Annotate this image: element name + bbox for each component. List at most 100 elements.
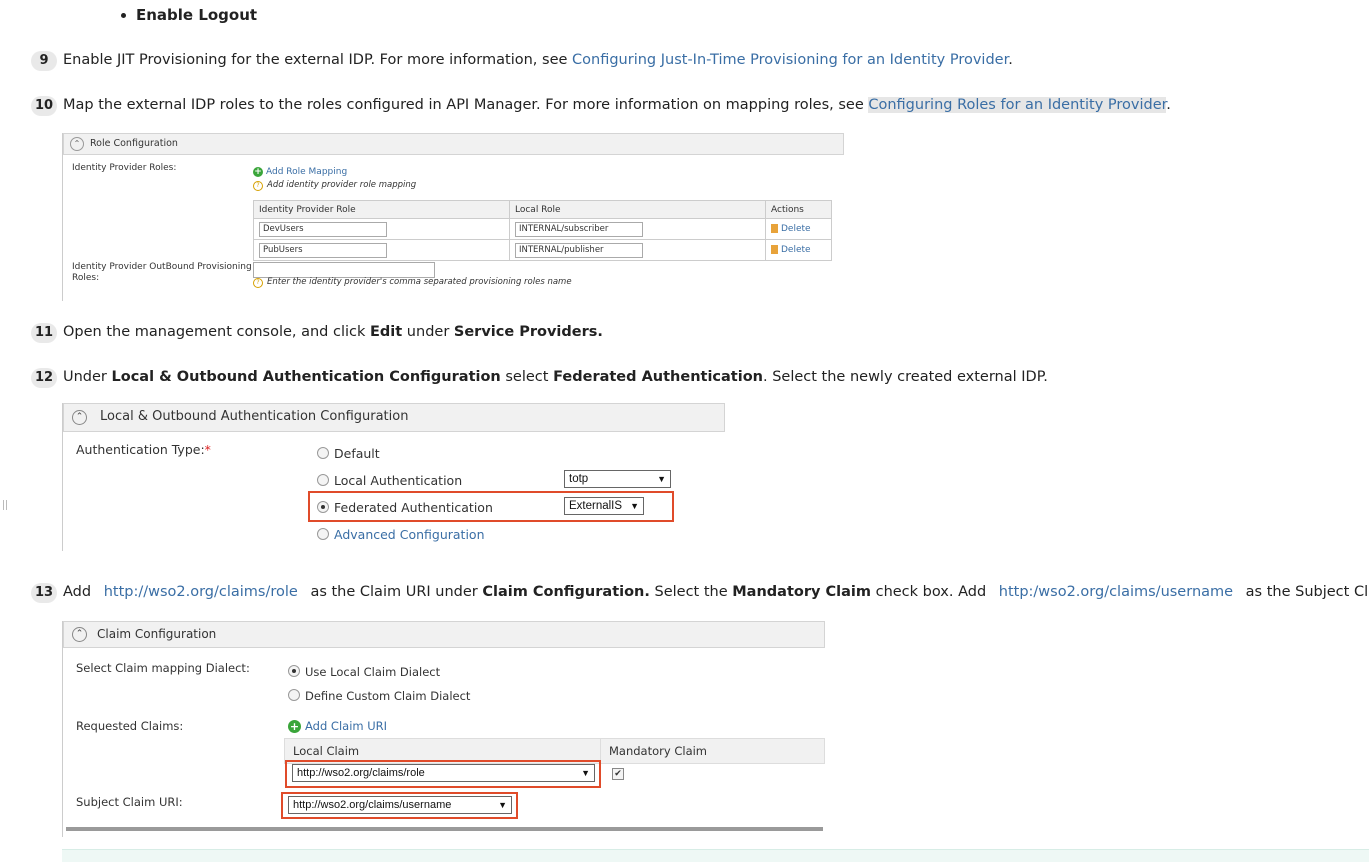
table-header-row: Identity Provider Role Local Role Action… bbox=[253, 200, 832, 219]
step-bold: Claim Configuration. bbox=[482, 584, 650, 600]
step-text: Add bbox=[63, 584, 96, 600]
step-text: check box. Add bbox=[870, 584, 991, 600]
add-icon: + bbox=[253, 167, 263, 177]
radio-federated-label: Federated Authentication bbox=[334, 500, 493, 515]
auth-type-label-text: Authentication Type: bbox=[76, 442, 205, 457]
info-note-box bbox=[62, 849, 1369, 862]
claim-config-title: Claim Configuration bbox=[97, 627, 217, 641]
radio-icon[interactable] bbox=[317, 447, 329, 459]
radio-icon[interactable] bbox=[288, 665, 300, 677]
chevron-down-icon: ▼ bbox=[657, 474, 666, 484]
chevron-down-icon: ▼ bbox=[581, 768, 590, 778]
step-number: 13 bbox=[31, 583, 57, 603]
trash-icon bbox=[771, 224, 778, 233]
radio-icon[interactable] bbox=[317, 474, 329, 486]
radio-local[interactable]: Local Authentication bbox=[317, 473, 462, 488]
advanced-config-link[interactable]: Advanced Configuration bbox=[334, 527, 485, 542]
step-bold: Mandatory Claim bbox=[732, 584, 871, 600]
radio-icon[interactable] bbox=[288, 689, 300, 701]
claim-role-link[interactable]: http://wso2.org/claims/role bbox=[104, 584, 298, 600]
step-11: 11 Open the management console, and click… bbox=[31, 323, 603, 343]
step-bold: Federated Authentication bbox=[553, 369, 763, 385]
subject-claim-select-value: http://wso2.org/claims/username bbox=[293, 799, 452, 811]
step-text: Enable JIT Provisioning for the external… bbox=[63, 52, 573, 68]
resize-handle[interactable] bbox=[3, 500, 7, 510]
collapse-icon[interactable]: ⌃ bbox=[70, 137, 84, 151]
radio-custom-dialect[interactable]: Define Custom Claim Dialect bbox=[288, 689, 470, 703]
add-role-hint: ? Add identity provider role mapping bbox=[253, 180, 416, 191]
panel-shadow bbox=[66, 827, 823, 831]
claim-config-header[interactable]: ⌃ Claim Configuration bbox=[63, 621, 825, 648]
bullet-dot bbox=[121, 13, 126, 18]
step-end: . bbox=[1166, 97, 1171, 113]
help-icon: ? bbox=[253, 181, 263, 191]
radio-icon[interactable] bbox=[317, 501, 329, 513]
role-config-header[interactable]: ⌃ Role Configuration bbox=[63, 133, 844, 155]
collapse-icon[interactable]: ⌃ bbox=[72, 627, 87, 642]
step-13: 13 Add http://wso2.org/claims/role as the… bbox=[31, 583, 1369, 603]
chevron-down-icon: ▼ bbox=[630, 501, 639, 511]
collapse-icon[interactable]: ⌃ bbox=[72, 410, 87, 425]
add-role-hint-text: Add identity provider role mapping bbox=[267, 180, 417, 190]
col-actions: Actions bbox=[765, 200, 832, 219]
auth-type-label: Authentication Type:* bbox=[76, 442, 211, 457]
step-end: . bbox=[1008, 52, 1013, 68]
local-role-input[interactable]: INTERNAL/publisher bbox=[515, 242, 643, 258]
subject-claim-select[interactable]: http://wso2.org/claims/username ▼ bbox=[288, 796, 512, 814]
step-text: as the Subject Claim U bbox=[1245, 584, 1369, 600]
radio-federated[interactable]: Federated Authentication bbox=[317, 500, 493, 515]
local-claim-select-value: http://wso2.org/claims/role bbox=[297, 767, 425, 779]
step-text: under bbox=[402, 324, 454, 340]
step-number: 9 bbox=[31, 51, 57, 71]
mandatory-claim-checkbox[interactable]: ✔ bbox=[612, 768, 624, 780]
step-text: . Select the newly created external IDP. bbox=[763, 369, 1048, 385]
table-row: DevUsers INTERNAL/subscriber Delete bbox=[253, 218, 832, 240]
outbound-hint: ? Enter the identity provider's comma sep… bbox=[253, 277, 572, 288]
step-10: 10 Map the external IDP roles to the role… bbox=[31, 96, 1171, 116]
step-number: 11 bbox=[31, 323, 57, 343]
roles-config-link[interactable]: Configuring Roles for an Identity Provid… bbox=[868, 97, 1167, 113]
table-row: PubUsers INTERNAL/publisher Delete bbox=[253, 239, 832, 261]
add-role-mapping-link[interactable]: + Add Role Mapping bbox=[253, 167, 347, 177]
step-bold-service-providers: Service Providers. bbox=[453, 324, 603, 340]
local-role-input[interactable]: INTERNAL/subscriber bbox=[515, 221, 643, 237]
step-9: 9 Enable JIT Provisioning for the externa… bbox=[31, 51, 1013, 71]
required-mark: * bbox=[204, 442, 211, 457]
step-text: Select the bbox=[649, 584, 733, 600]
radio-use-local-dialect[interactable]: Use Local Claim Dialect bbox=[288, 665, 440, 679]
federated-idp-select-value: ExternalIS bbox=[569, 500, 623, 512]
local-auth-select[interactable]: totp ▼ bbox=[564, 470, 671, 488]
role-mapping-table: Identity Provider Role Local Role Action… bbox=[253, 200, 832, 261]
radio-icon[interactable] bbox=[317, 528, 329, 540]
outbound-label-2: Roles: bbox=[72, 273, 100, 283]
jit-provisioning-link[interactable]: Configuring Just-In-Time Provisioning fo… bbox=[572, 52, 1008, 68]
col-local-role: Local Role bbox=[509, 200, 766, 219]
idp-role-input[interactable]: PubUsers bbox=[259, 242, 387, 258]
radio-default[interactable]: Default bbox=[317, 446, 380, 461]
step-text: select bbox=[500, 369, 554, 385]
auth-config-header[interactable]: ⌃ Local & Outbound Authentication Config… bbox=[63, 403, 725, 432]
claim-username-link[interactable]: http:/wso2.org/claims/username bbox=[999, 584, 1233, 600]
step-text: Map the external IDP roles to the roles … bbox=[63, 97, 869, 113]
add-claim-uri-link[interactable]: + Add Claim URI bbox=[288, 719, 387, 733]
bullet-enable-logout: Enable Logout bbox=[121, 6, 257, 24]
delete-link[interactable]: Delete bbox=[781, 245, 811, 255]
help-icon: ? bbox=[253, 278, 263, 288]
local-claim-select[interactable]: http://wso2.org/claims/role ▼ bbox=[292, 764, 595, 782]
radio-advanced[interactable]: Advanced Configuration bbox=[317, 527, 485, 542]
step-number: 12 bbox=[31, 368, 57, 388]
step-bold: Local & Outbound Authentication Configur… bbox=[111, 369, 501, 385]
radio-default-label: Default bbox=[334, 446, 380, 461]
idp-role-input[interactable]: DevUsers bbox=[259, 221, 387, 237]
col-idp-role: Identity Provider Role bbox=[253, 200, 510, 219]
role-config-title: Role Configuration bbox=[90, 138, 178, 149]
delete-link[interactable]: Delete bbox=[781, 224, 811, 234]
outbound-roles-input[interactable] bbox=[253, 262, 435, 278]
outbound-label: Identity Provider OutBound Provisioning bbox=[72, 262, 252, 272]
step-12: 12 Under Local & Outbound Authentication … bbox=[31, 368, 1048, 388]
claim-config-screenshot: ⌃ Claim Configuration Select Claim mappi… bbox=[62, 621, 825, 837]
federated-idp-select[interactable]: ExternalIS ▼ bbox=[564, 497, 644, 515]
local-auth-select-value: totp bbox=[569, 473, 589, 485]
add-icon: + bbox=[288, 720, 301, 733]
add-claim-uri-text: Add Claim URI bbox=[305, 719, 388, 733]
